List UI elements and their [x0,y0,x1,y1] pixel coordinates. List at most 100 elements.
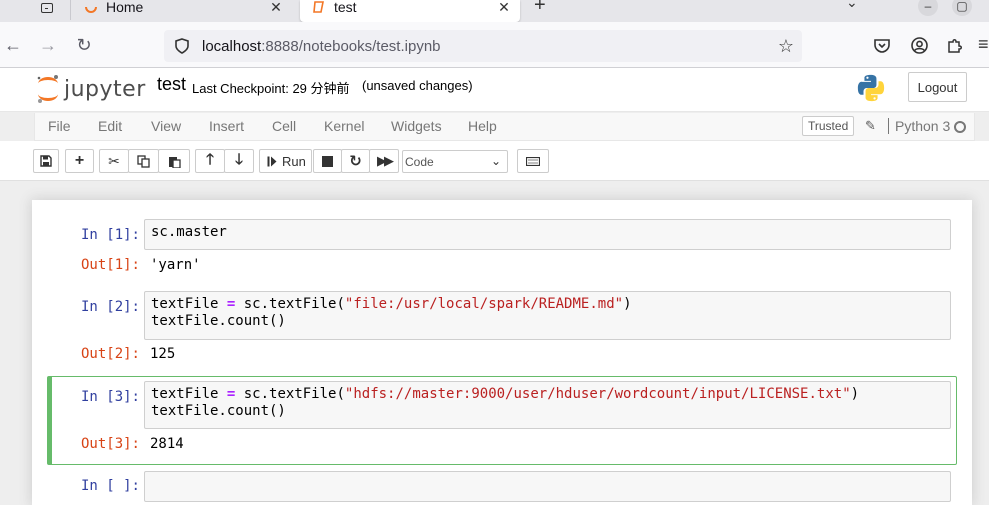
step-forward-icon [267,156,277,166]
code-close: ) [623,296,632,312]
insert-cell-below-button[interactable]: + [65,149,94,173]
copy-cells-button[interactable] [128,149,159,173]
notebook-toolbar: + ✂ 🡑 🡓 Run ↻ ▶▶ Code ⌄ [0,141,989,181]
extensions-puzzle-icon[interactable] [946,37,963,54]
paste-cells-button[interactable] [158,149,190,173]
menu-cell[interactable]: Cell [272,118,296,134]
python-logo-icon [857,74,885,102]
menu-hamburger-icon[interactable]: ≡ [978,34,989,55]
arrow-up-icon: 🡑 [206,150,214,168]
cell-3-code-input[interactable]: textFile = sc.textFile("hdfs://master:90… [144,381,951,429]
code-line: sc.master [151,224,227,240]
restart-kernel-button[interactable]: ↻ [341,149,370,173]
code-var: textFile [151,386,219,402]
url-host: localhost [202,37,262,55]
chevron-down-icon: ⌄ [490,154,501,168]
cell-1-in-prompt: In [1]: [80,227,140,243]
jupyter-brand-text: jupyter [64,76,146,102]
url-text[interactable]: localhost:8888/notebooks/test.ipynb [202,38,441,55]
move-cell-up-button[interactable]: 🡑 [195,149,225,173]
tab-overview-icon [41,3,53,13]
code-operator: = [226,296,236,312]
kernel-idle-indicator-icon [954,121,966,133]
restart-icon: ↻ [349,153,362,170]
code-var: textFile [151,296,219,312]
run-label: Run [282,153,306,169]
save-icon [40,155,52,167]
browser-nav-bar: ← → ↻ localhost:8888/notebooks/test.ipyn… [0,22,989,245]
cut-cells-button[interactable]: ✂ [99,149,129,173]
stop-icon [322,155,333,167]
code-line: textFile.count() [151,313,286,329]
code-call: sc.textFile( [243,386,345,402]
tab-overview-button[interactable] [36,0,58,16]
last-checkpoint: Last Checkpoint: 29 分钟前 [192,81,350,96]
url-path: :8888/notebooks/test.ipynb [261,37,441,55]
cell-2-code-input[interactable]: textFile = sc.textFile("file:/usr/local/… [144,291,951,340]
notebook-menubar: File Edit View Insert Cell Kernel Widget… [34,113,975,141]
move-cell-down-button[interactable]: 🡓 [224,149,254,173]
menu-file[interactable]: File [48,118,71,134]
save-button[interactable] [33,149,59,173]
command-palette-button[interactable] [517,149,549,173]
paste-icon [168,156,181,168]
tab-test-label: test [334,0,357,15]
pencil-edit-icon: ✎ [865,118,876,133]
bookmark-star-icon[interactable]: ☆ [778,36,794,57]
cell-2-in-prompt: In [2]: [80,299,140,315]
notebook-title[interactable]: test [157,74,186,95]
pocket-icon[interactable] [874,38,890,53]
unsaved-changes-indicator: (unsaved changes) [362,78,473,93]
code-string: "hdfs://master:9000/user/hduser/wordcoun… [344,386,851,402]
tab-separator [70,0,71,20]
code-line: textFile.count() [151,403,286,419]
list-all-tabs-chevron-icon[interactable]: ⌄ [846,0,858,11]
shield-icon[interactable] [174,38,190,54]
cell-1-out-prompt: Out[1]: [80,257,140,273]
menu-view[interactable]: View [151,118,181,134]
menu-help[interactable]: Help [468,118,497,134]
trusted-indicator[interactable]: Trusted [802,116,855,136]
tab-home-close-icon[interactable]: ✕ [268,0,284,15]
code-operator: = [226,386,236,402]
tab-home-label: Home [106,0,144,15]
code-string: "file:/usr/local/spark/README.md" [344,296,624,312]
menu-insert[interactable]: Insert [209,118,244,134]
forward-arrow-icon[interactable]: → [37,34,59,56]
back-arrow-icon[interactable]: ← [2,34,24,56]
jupyter-logo-icon [37,75,58,103]
cell-type-value: Code [405,154,434,169]
menu-widgets[interactable]: Widgets [391,118,442,134]
interrupt-kernel-button[interactable] [313,149,342,173]
cell-3-out-prompt: Out[3]: [80,436,140,452]
code-close: ) [850,386,860,402]
account-icon[interactable] [911,37,928,54]
cell-1-code-input[interactable]: sc.master [144,219,951,250]
tab-home[interactable]: Home ✕ [80,0,292,22]
fast-forward-icon: ▶▶ [377,153,394,168]
jupyter-logo[interactable]: jupyter [36,72,146,106]
tab-test[interactable]: test ✕ [300,0,520,22]
tab-test-close-icon[interactable]: ✕ [496,0,512,15]
jupyter-favicon-icon [85,6,97,13]
cell-3-in-prompt: In [3]: [80,389,140,405]
code-call: sc.textFile( [243,296,345,312]
minimize-icon[interactable]: – [918,0,938,16]
cell-4-code-input[interactable] [144,471,951,502]
keyboard-icon [526,156,540,166]
restart-run-all-button[interactable]: ▶▶ [369,149,399,173]
cell-type-select[interactable]: Code ⌄ [402,150,508,173]
cell-3-output: 2814 [150,436,184,452]
kernel-name[interactable]: Python 3 [895,118,950,134]
menu-edit[interactable]: Edit [98,118,122,134]
arrow-down-icon: 🡓 [235,150,243,168]
url-bar[interactable]: localhost:8888/notebooks/test.ipynb ☆ [164,30,802,245]
scissors-icon: ✂ [108,152,120,169]
menu-kernel[interactable]: Kernel [324,118,364,134]
run-button[interactable]: Run [259,149,312,173]
jupyter-favicon-icon [313,1,324,13]
new-tab-plus-icon[interactable]: + [534,0,546,17]
reload-icon[interactable]: ↻ [73,34,95,56]
maximize-icon[interactable]: ▢ [952,0,972,16]
logout-button[interactable]: Logout [908,72,967,102]
